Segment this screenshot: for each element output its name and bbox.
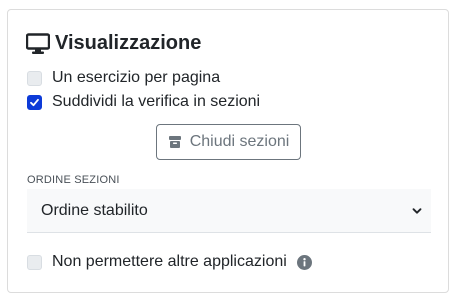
- close-sections-button-label: Chiudi sezioni: [189, 133, 290, 150]
- option-one-exercise-per-page[interactable]: Un esercizio per pagina: [27, 69, 220, 87]
- chevron-down-icon: [412, 207, 422, 214]
- panel-title: Visualizzazione: [26, 32, 201, 55]
- option-no-other-apps[interactable]: Non permettere altre applicazioni: [27, 253, 312, 271]
- close-sections-button[interactable]: Chiudi sezioni: [156, 124, 301, 160]
- checkmark-icon: [30, 98, 39, 106]
- monitor-icon: [26, 32, 50, 54]
- checkbox-one-exercise-per-page[interactable]: [27, 70, 42, 86]
- option-one-exercise-per-page-label: Un esercizio per pagina: [52, 69, 221, 86]
- display-settings-card: Visualizzazione Un esercizio per pagina …: [7, 9, 449, 293]
- option-no-other-apps-label: Non permettere altre applicazioni: [52, 253, 287, 270]
- panel-title-text: Visualizzazione: [55, 32, 202, 54]
- option-split-into-sections[interactable]: Suddividi la verifica in sezioni: [27, 93, 260, 111]
- info-icon[interactable]: [296, 254, 312, 270]
- option-split-into-sections-label: Suddividi la verifica in sezioni: [52, 93, 261, 110]
- checkbox-split-into-sections[interactable]: [27, 94, 42, 110]
- checkbox-no-other-apps[interactable]: [27, 254, 42, 270]
- section-order-selected-value: Ordine stabilito: [41, 201, 148, 219]
- box-icon: [168, 136, 181, 148]
- section-order-label: ORDINE SEZIONI: [27, 174, 120, 186]
- section-order-select[interactable]: Ordine stabilito: [27, 189, 431, 233]
